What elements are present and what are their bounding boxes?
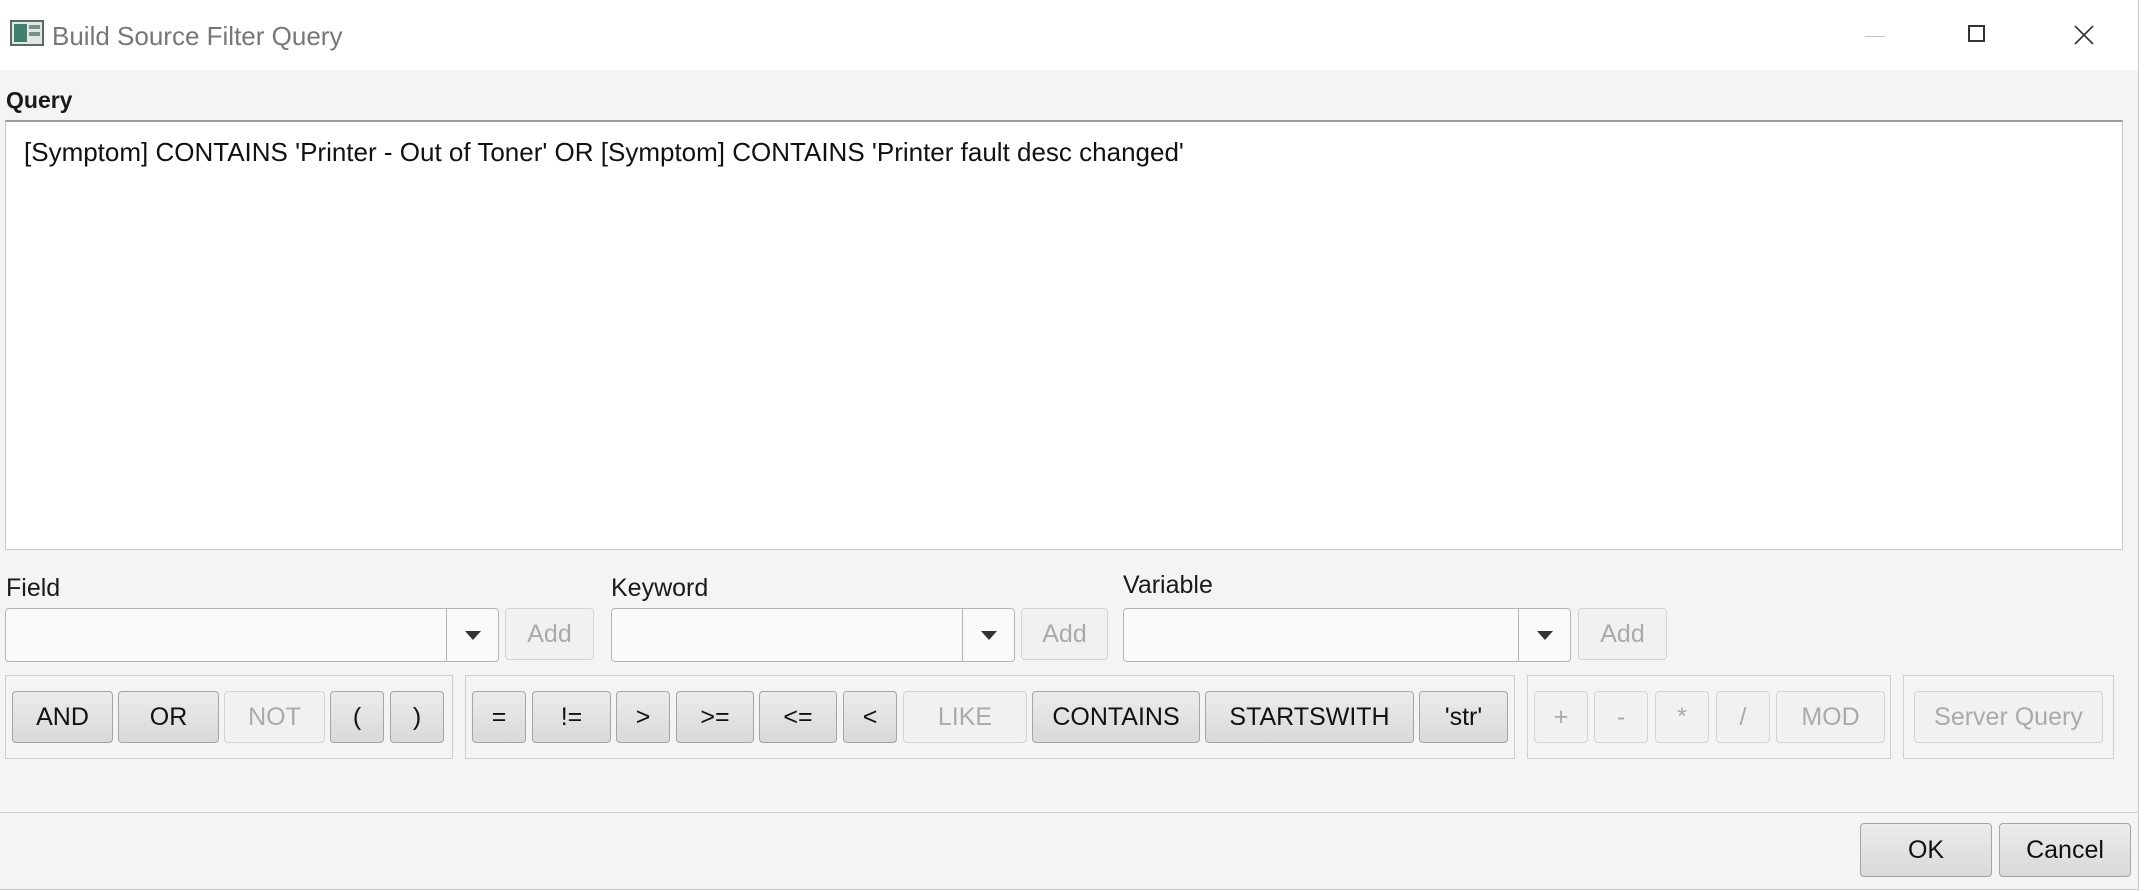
field-input[interactable] (6, 609, 448, 661)
close-paren-button[interactable]: ) (390, 691, 444, 743)
string-literal-button[interactable]: 'str' (1419, 691, 1508, 743)
minimize-button (1845, 14, 1905, 56)
mod-button[interactable]: MOD (1776, 691, 1885, 743)
not-equals-button[interactable]: != (532, 691, 611, 743)
cancel-button[interactable]: Cancel (1999, 823, 2131, 877)
and-button[interactable]: AND (12, 691, 113, 743)
keyword-add-button[interactable]: Add (1021, 608, 1108, 660)
build-source-filter-query-dialog: Build Source Filter Query Query [Symptom… (0, 0, 2139, 890)
footer-divider (0, 812, 2138, 813)
query-textarea[interactable]: [Symptom] CONTAINS 'Printer - Out of Ton… (5, 120, 2123, 550)
app-icon (10, 20, 44, 46)
open-paren-button[interactable]: ( (330, 691, 384, 743)
variable-combobox[interactable] (1123, 608, 1571, 662)
plus-button[interactable]: + (1534, 691, 1588, 743)
not-button[interactable]: NOT (224, 691, 325, 743)
window-title: Build Source Filter Query (52, 21, 343, 51)
minus-button[interactable]: - (1594, 691, 1648, 743)
greater-equal-button[interactable]: >= (676, 691, 754, 743)
field-label: Field (6, 574, 61, 602)
greater-than-button[interactable]: > (616, 691, 670, 743)
keyword-input[interactable] (612, 609, 964, 661)
equals-button[interactable]: = (472, 691, 526, 743)
field-add-button[interactable]: Add (505, 608, 594, 660)
ok-button[interactable]: OK (1860, 823, 1992, 877)
close-icon (2074, 25, 2094, 45)
contains-button[interactable]: CONTAINS (1032, 691, 1200, 743)
variable-add-button[interactable]: Add (1578, 608, 1667, 660)
variable-dropdown-button[interactable] (1518, 609, 1570, 661)
less-equal-button[interactable]: <= (759, 691, 837, 743)
title-bar[interactable]: Build Source Filter Query (0, 0, 2138, 70)
less-than-button[interactable]: < (843, 691, 897, 743)
maximize-button[interactable] (1948, 14, 2008, 56)
query-label: Query (6, 87, 73, 113)
like-button[interactable]: LIKE (903, 691, 1027, 743)
keyword-combobox[interactable] (611, 608, 1015, 662)
field-dropdown-button[interactable] (446, 609, 498, 661)
variable-input[interactable] (1124, 609, 1520, 661)
server-query-button[interactable]: Server Query (1914, 691, 2103, 743)
multiply-button[interactable]: * (1655, 691, 1709, 743)
close-button[interactable] (2054, 14, 2114, 56)
keyword-label: Keyword (611, 574, 709, 602)
divide-button[interactable]: / (1716, 691, 1770, 743)
variable-label: Variable (1123, 571, 1213, 599)
field-combobox[interactable] (5, 608, 499, 662)
keyword-dropdown-button[interactable] (962, 609, 1014, 661)
startswith-button[interactable]: STARTSWITH (1205, 691, 1414, 743)
or-button[interactable]: OR (118, 691, 219, 743)
